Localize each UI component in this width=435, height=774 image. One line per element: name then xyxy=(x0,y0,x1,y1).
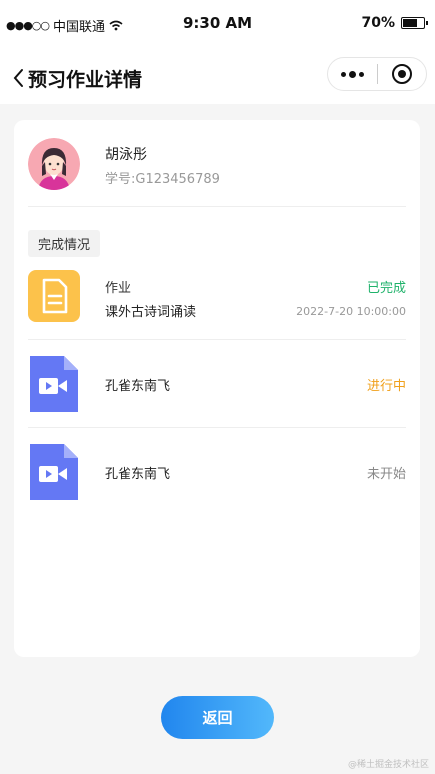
section-tag: 完成情况 xyxy=(28,230,101,257)
student-name: 胡泳彤 xyxy=(105,147,147,163)
status-right: 70% xyxy=(361,15,428,31)
task-type: 作业 xyxy=(105,281,132,296)
task-status: 进行中 xyxy=(366,379,406,394)
divider xyxy=(28,427,406,428)
target-icon xyxy=(391,64,412,84)
battery-fill xyxy=(403,19,417,27)
watermark: @稀土掘金技术社区 xyxy=(347,760,429,770)
page-title: 预习作业详情 xyxy=(28,69,143,91)
task-time: 2022-7-20 10:00:00 xyxy=(296,305,406,318)
detail-card: 胡泳彤 学号:G123456789 完成情况 作业 课外古诗词诵读 已完成 20… xyxy=(14,120,420,657)
task-title: 孔雀东南飞 xyxy=(105,379,171,394)
task-item[interactable]: 作业 课外古诗词诵读 已完成 2022-7-20 10:00:00 xyxy=(28,270,406,340)
close-button[interactable] xyxy=(378,58,426,90)
student-id: 学号:G123456789 xyxy=(105,172,220,187)
battery-icon xyxy=(401,17,428,29)
nav-bar: 预习作业详情 xyxy=(0,50,435,104)
avatar xyxy=(28,138,80,190)
document-icon xyxy=(28,270,80,322)
task-status: 已完成 xyxy=(366,281,406,296)
dot-icon xyxy=(349,70,356,78)
student-info: 胡泳彤 学号:G123456789 xyxy=(28,138,404,206)
battery-percent: 70% xyxy=(361,15,395,31)
task-item[interactable]: 孔雀东南飞 进行中 xyxy=(28,356,406,412)
divider xyxy=(28,206,406,207)
task-item[interactable]: 孔雀东南飞 未开始 xyxy=(28,444,406,500)
more-button[interactable] xyxy=(328,58,377,90)
dot-icon xyxy=(341,71,346,77)
task-title: 课外古诗词诵读 xyxy=(105,305,197,320)
task-title: 孔雀东南飞 xyxy=(105,467,171,482)
return-button[interactable]: 返回 xyxy=(161,696,274,739)
task-status: 未开始 xyxy=(366,467,406,482)
divider xyxy=(28,339,406,340)
dot-icon xyxy=(359,71,364,77)
status-bar: ●●●○○ 中国联通 9:30 AM 70% xyxy=(0,0,435,50)
video-file-icon xyxy=(30,356,78,412)
mini-program-capsule xyxy=(327,57,427,91)
video-file-icon xyxy=(30,444,78,500)
